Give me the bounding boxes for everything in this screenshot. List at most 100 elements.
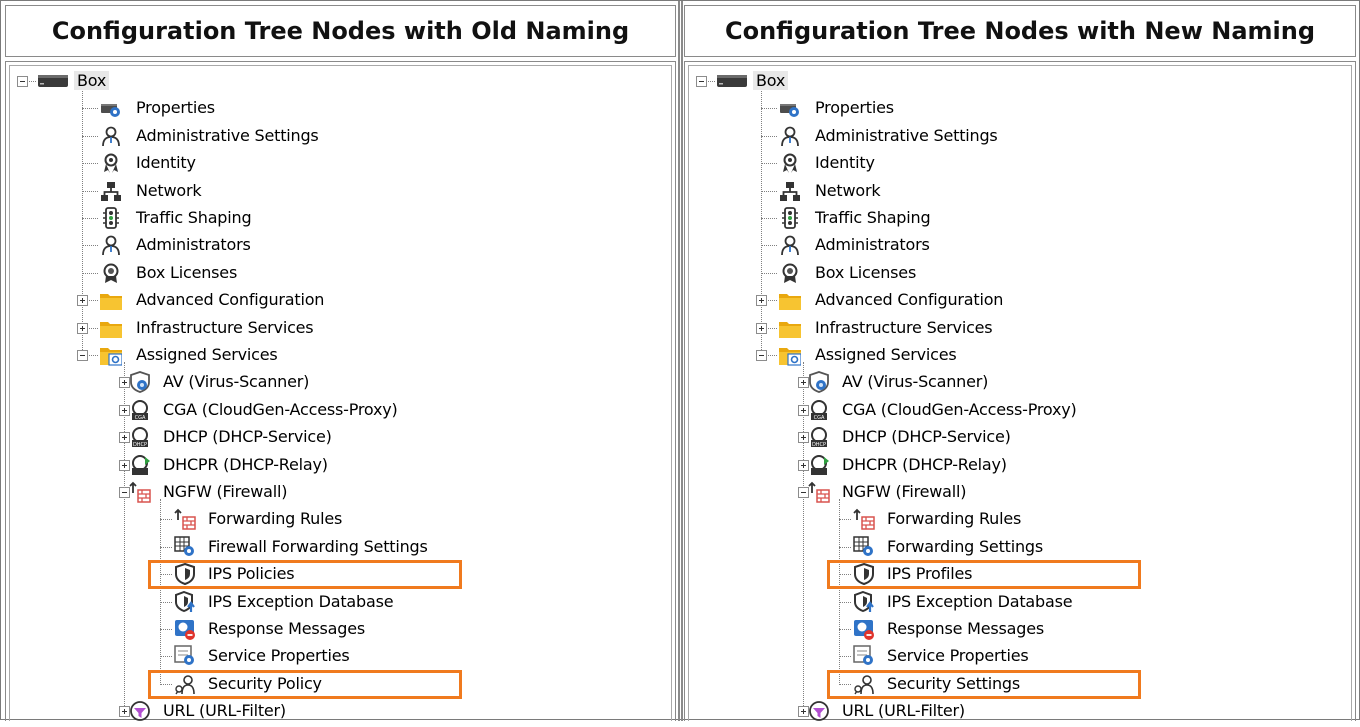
panel-new-naming: Configuration Tree Nodes with New Naming… bbox=[684, 1, 1356, 722]
tree-node-dhcpr[interactable]: DHCPR (DHCP-Relay) bbox=[10, 452, 671, 479]
url-filter-icon bbox=[129, 700, 151, 722]
tree-node-dhcp[interactable]: DHCP DHCP (DHCP-Service) bbox=[10, 424, 671, 451]
expand-toggle[interactable] bbox=[77, 322, 88, 334]
tree-node-label: Identity bbox=[815, 153, 875, 173]
tree-node-label: NGFW (Firewall) bbox=[163, 482, 288, 501]
tree-node-traffic-shaping[interactable]: Traffic Shaping bbox=[689, 205, 1351, 232]
tree-connector bbox=[761, 190, 777, 192]
message-icon bbox=[853, 618, 875, 640]
tree-node-ips-exception[interactable]: IPS Exception Database bbox=[689, 589, 1351, 616]
highlight-box bbox=[827, 669, 1141, 699]
tree-node-label: DHCP (DHCP-Service) bbox=[842, 427, 1011, 447]
tree-node-properties[interactable]: Properties bbox=[10, 95, 671, 122]
expand-toggle[interactable] bbox=[77, 295, 88, 307]
tree-node-identity[interactable]: Identity bbox=[10, 150, 671, 177]
network-icon bbox=[100, 180, 122, 202]
tree-node-box-licenses[interactable]: Box Licenses bbox=[10, 260, 671, 287]
tree-node-av[interactable]: AV (Virus-Scanner) bbox=[689, 369, 1351, 396]
tree-node-traffic-shaping[interactable]: Traffic Shaping bbox=[10, 205, 671, 232]
tree-node-identity[interactable]: Identity bbox=[689, 150, 1351, 177]
user-icon bbox=[779, 234, 801, 256]
tree-node-infrastructure-services[interactable]: Infrastructure Services bbox=[10, 315, 671, 342]
shield-virus-icon bbox=[808, 371, 830, 394]
tree-node-label: Identity bbox=[136, 153, 196, 173]
tree-node-url[interactable]: URL (URL-Filter) bbox=[10, 698, 671, 725]
tree-node-advanced-configuration[interactable]: Advanced Configuration bbox=[689, 287, 1351, 314]
tree-node-assigned-services[interactable]: Assigned Services bbox=[689, 342, 1351, 369]
collapse-toggle[interactable] bbox=[77, 350, 88, 361]
collapse-toggle[interactable] bbox=[756, 350, 767, 361]
tree-node-av[interactable]: AV (Virus-Scanner) bbox=[10, 369, 671, 396]
tree-connector bbox=[82, 190, 98, 192]
tree-node-advanced-configuration[interactable]: Advanced Configuration bbox=[10, 287, 671, 314]
properties-icon bbox=[779, 97, 801, 119]
tree-connector bbox=[82, 135, 98, 137]
tree-node-admin-settings[interactable]: Administrative Settings bbox=[10, 123, 671, 150]
tree-node-ngfw[interactable]: NGFW (Firewall) bbox=[10, 479, 671, 506]
dhcp-icon: DHCP bbox=[129, 426, 151, 448]
tree-frame: Box Properties Administrative Settings Iden… bbox=[5, 61, 676, 722]
tree-node-ngfw[interactable]: NGFW (Firewall) bbox=[689, 479, 1351, 506]
url-filter-icon bbox=[808, 700, 830, 722]
highlight-box bbox=[148, 669, 462, 699]
tree-node-forwarding-settings[interactable]: Firewall Forwarding Settings bbox=[10, 534, 671, 561]
tree-node-label: Administrative Settings bbox=[136, 125, 319, 145]
tree-node-admin-settings[interactable]: Administrative Settings bbox=[689, 123, 1351, 150]
grid-gear-icon bbox=[174, 536, 196, 558]
tree-node-dhcpr[interactable]: DHCPR (DHCP-Relay) bbox=[689, 452, 1351, 479]
tree-node-service-properties[interactable]: Service Properties bbox=[689, 643, 1351, 670]
tree-node-assigned-services[interactable]: Assigned Services bbox=[10, 342, 671, 369]
tree-node-label: Infrastructure Services bbox=[136, 317, 314, 337]
collapse-toggle[interactable] bbox=[696, 76, 707, 87]
certificate-icon bbox=[100, 152, 122, 174]
service-icon bbox=[174, 645, 196, 667]
tree-node-label: Advanced Configuration bbox=[136, 290, 325, 310]
tree-node-cga[interactable]: CGA CGA (CloudGen-Access-Proxy) bbox=[10, 397, 671, 424]
tree-node-url[interactable]: URL (URL-Filter) bbox=[689, 698, 1351, 725]
tree-node-label: NGFW (Firewall) bbox=[842, 482, 967, 501]
tree-connector bbox=[839, 546, 851, 548]
tree-node-properties[interactable]: Properties bbox=[689, 95, 1351, 122]
panel-title: Configuration Tree Nodes with Old Naming bbox=[5, 5, 676, 57]
firewall-icon bbox=[853, 508, 875, 531]
tree-node-administrators[interactable]: Administrators bbox=[689, 232, 1351, 259]
user-icon bbox=[100, 234, 122, 256]
tree-node-cga[interactable]: CGA CGA (CloudGen-Access-Proxy) bbox=[689, 397, 1351, 424]
tree-node-network[interactable]: Network bbox=[10, 178, 671, 205]
tree-node-label: AV (Virus-Scanner) bbox=[163, 372, 310, 392]
tree-node-forwarding-rules[interactable]: Forwarding Rules bbox=[689, 506, 1351, 533]
expand-toggle[interactable] bbox=[756, 295, 767, 307]
tree-node-response-messages[interactable]: Response Messages bbox=[10, 616, 671, 643]
tree-node-network[interactable]: Network bbox=[689, 178, 1351, 205]
tree-node-infrastructure-services[interactable]: Infrastructure Services bbox=[689, 315, 1351, 342]
tree-node-dhcp[interactable]: DHCP DHCP (DHCP-Service) bbox=[689, 424, 1351, 451]
tree-node-label: Forwarding Rules bbox=[208, 509, 343, 529]
tree-node-label: Service Properties bbox=[208, 646, 350, 666]
tree-node-box[interactable]: Box bbox=[689, 68, 1351, 95]
tree-node-response-messages[interactable]: Response Messages bbox=[689, 616, 1351, 643]
expand-toggle[interactable] bbox=[756, 322, 767, 334]
server-icon bbox=[38, 70, 68, 92]
tree-node-administrators[interactable]: Administrators bbox=[10, 232, 671, 259]
tree-node-label: Box bbox=[753, 71, 789, 90]
tree-connector bbox=[761, 245, 777, 247]
svg-text:CGA: CGA bbox=[814, 415, 825, 421]
tree-node-label: Assigned Services bbox=[136, 345, 278, 364]
tree-node-forwarding-rules[interactable]: Forwarding Rules bbox=[10, 506, 671, 533]
tree-node-label: Properties bbox=[136, 98, 215, 118]
user-icon bbox=[779, 125, 801, 147]
collapse-toggle[interactable] bbox=[17, 76, 28, 87]
tree-node-box-licenses[interactable]: Box Licenses bbox=[689, 260, 1351, 287]
tree-node-service-properties[interactable]: Service Properties bbox=[10, 643, 671, 670]
tree-node-label: Traffic Shaping bbox=[815, 208, 931, 227]
tree-node-forwarding-settings[interactable]: Forwarding Settings bbox=[689, 534, 1351, 561]
tree-connector bbox=[82, 108, 98, 110]
license-icon bbox=[100, 262, 122, 284]
tree-node-ips-exception[interactable]: IPS Exception Database bbox=[10, 589, 671, 616]
folder-icon bbox=[100, 289, 122, 311]
config-tree[interactable]: Box Properties Administrative Settings Iden… bbox=[9, 65, 672, 722]
tree-node-label: Properties bbox=[815, 98, 894, 118]
config-tree[interactable]: Box Properties Administrative Settings Iden… bbox=[688, 65, 1352, 722]
tree-node-label: URL (URL-Filter) bbox=[163, 701, 286, 721]
tree-node-box[interactable]: Box bbox=[10, 68, 671, 95]
